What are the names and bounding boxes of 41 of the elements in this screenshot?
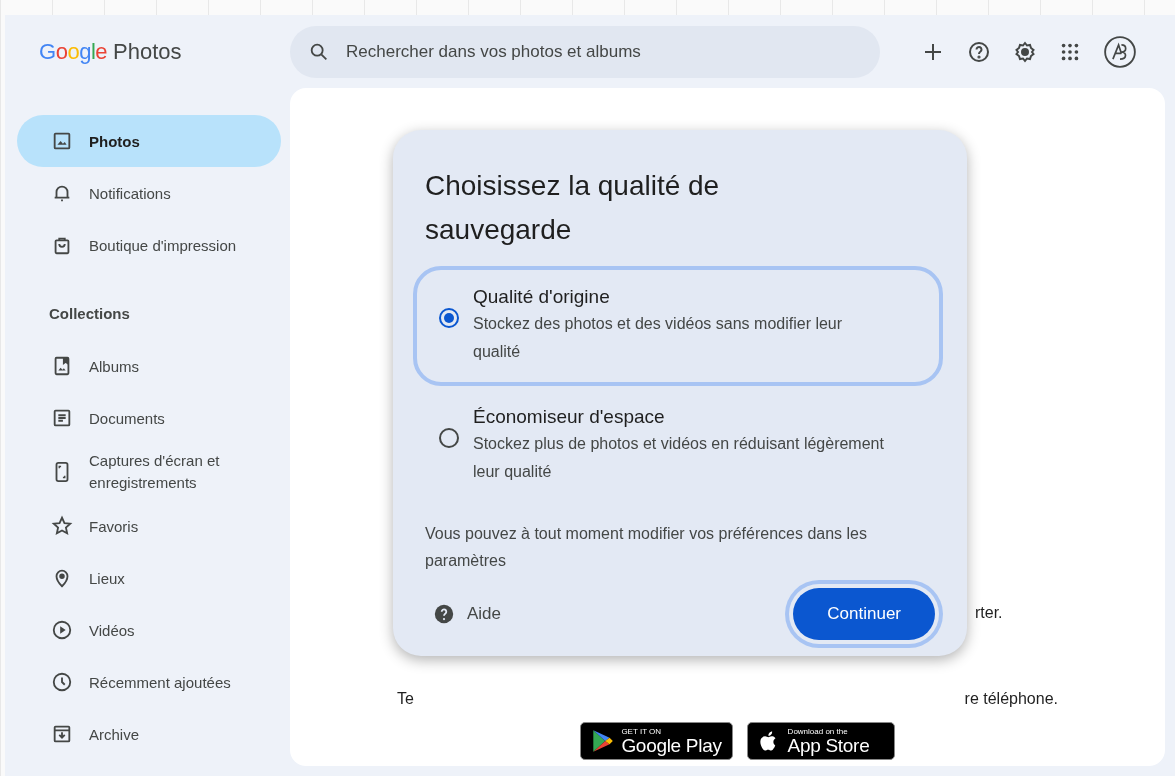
sidebar-item[interactable]: Vidéos	[17, 604, 281, 656]
sidebar-item[interactable]: Lieux	[17, 552, 281, 604]
sidebar-item[interactable]: Photos	[17, 115, 281, 167]
sidebar-item[interactable]: Albums	[17, 340, 281, 392]
store-badge[interactable]: GET IT ON Google Play	[580, 722, 733, 760]
star-icon	[51, 515, 73, 537]
help-icon	[967, 39, 991, 64]
radio-button[interactable]	[439, 428, 459, 448]
section-heading: Collections	[48, 304, 131, 324]
sidebar-item[interactable]: Notifications	[17, 167, 281, 219]
sidebar-item[interactable]: Boutique d'impression	[17, 219, 281, 271]
help-button[interactable]: Aide	[425, 595, 510, 633]
sidebar-item[interactable]: Archive	[17, 708, 281, 760]
document-icon	[51, 407, 73, 429]
image-icon	[51, 130, 73, 152]
store-badge[interactable]: Download on the App Store	[746, 722, 895, 760]
sidebar-item[interactable]: Captures d'écran et enregistrements	[17, 444, 281, 500]
sidebar-item[interactable]: Favoris	[17, 500, 281, 552]
sidebar-item[interactable]: Récemment ajoutées	[17, 656, 281, 708]
settings-icon	[1013, 39, 1037, 64]
option-description: Stockez plus de photos et vidéos en réduisant légèrement leur qualité	[473, 434, 885, 482]
avatar-icon	[1103, 34, 1137, 69]
quality-option[interactable]: Qualité d'origine Stockez des photos et des vidéos sans modifier leur qualité	[413, 266, 943, 386]
body-text: rter.	[975, 604, 1003, 621]
option-title: Économiseur d'espace	[473, 406, 666, 428]
option-description: Stockez des photos et des vidéos sans modifier leur qualité	[473, 314, 844, 362]
clock-icon	[51, 671, 73, 693]
play-circle-icon	[51, 619, 73, 641]
option-title: Qualité d'origine	[473, 286, 611, 308]
app-logo[interactable]: Google Photos	[5, 38, 290, 65]
dialog-title: Choisissez la qualité de sauvegarde	[425, 169, 721, 247]
body-text: re téléphone.	[964, 690, 1058, 708]
radio-button[interactable]	[439, 308, 459, 328]
help-icon	[433, 603, 455, 625]
search-field[interactable]: Rechercher dans vos photos et albums	[344, 40, 862, 63]
archive-icon	[51, 723, 73, 745]
sidebar-item[interactable]: Documents	[17, 392, 281, 444]
dialog-note: Vous pouvez à tout moment modifier vos préférences dans les paramètres	[425, 524, 868, 571]
body-text: Te	[397, 690, 414, 708]
search-bar[interactable]: Rechercher dans vos photos et albums	[290, 25, 880, 78]
quality-option[interactable]: Économiseur d'espace Stockez plus de photos et vidéos en réduisant légèrement leur qualité	[413, 386, 943, 506]
